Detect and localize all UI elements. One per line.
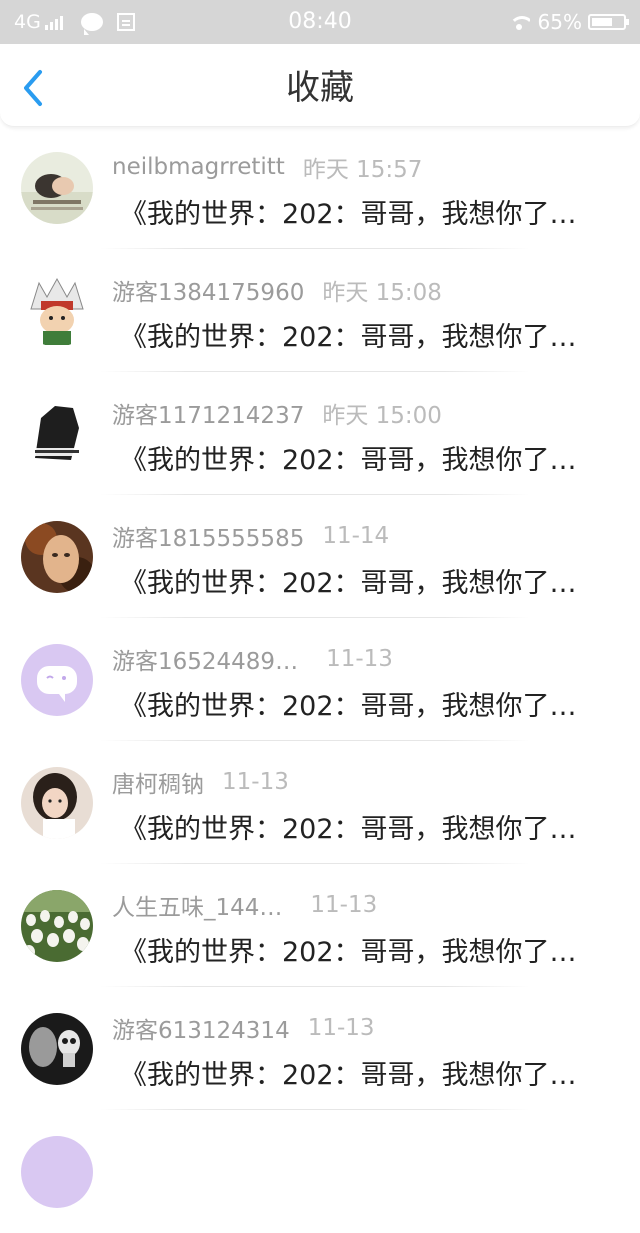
username[interactable]: 游客16524489… [112, 642, 298, 676]
avatar-tulips[interactable] [21, 890, 93, 962]
timestamp: 11-13 [222, 769, 289, 795]
timestamp: 11-13 [307, 1015, 375, 1041]
timestamp: 11-13 [310, 892, 378, 918]
wifi-icon [508, 14, 530, 30]
favorite-text[interactable]: 《我的世界：202：哥哥，我想你了… [120, 315, 620, 354]
username[interactable]: 游客1384175960 [112, 273, 304, 307]
username[interactable]: neilbmagrretitt [112, 154, 285, 180]
item-meta: 游客16524489… 11-13 [112, 642, 393, 676]
favorite-item[interactable]: 游客1171214237 昨天 15:00 《我的世界：202：哥哥，我想你了… [0, 372, 640, 495]
favorite-text[interactable]: 《我的世界：202：哥哥，我想你了… [120, 561, 620, 600]
favorite-item[interactable]: 游客16524489… 11-13 《我的世界：202：哥哥，我想你了… [0, 618, 640, 741]
battery-fill [592, 18, 612, 26]
favorite-item[interactable]: 人生五味_144… 11-13 《我的世界：202：哥哥，我想你了… [0, 864, 640, 987]
item-meta: 人生五味_144… 11-13 [112, 888, 378, 922]
username[interactable]: 唐柯稠钠 [112, 765, 204, 799]
favorite-text[interactable]: 《我的世界：202：哥哥，我想你了… [120, 930, 620, 969]
timestamp: 昨天 15:57 [302, 157, 423, 183]
username[interactable]: 人生五味_144… [112, 888, 282, 922]
avatar-skull[interactable] [21, 1013, 93, 1085]
timestamp: 11-14 [322, 523, 390, 549]
avatar-partial[interactable] [21, 1136, 93, 1208]
favorite-item[interactable]: neilbmagrretitt 昨天 15:57 《我的世界：202：哥哥，我想… [0, 126, 640, 249]
favorite-text[interactable]: 《我的世界：202：哥哥，我想你了… [120, 684, 620, 723]
favorite-item[interactable]: 游客1384175960 昨天 15:08 《我的世界：202：哥哥，我想你了… [0, 249, 640, 372]
item-meta: 游客1171214237 昨天 15:00 [112, 396, 442, 430]
username[interactable]: 游客1171214237 [112, 396, 304, 430]
username[interactable]: 游客1815555585 [112, 519, 304, 553]
battery-percent: 65% [537, 10, 582, 34]
favorite-item[interactable] [0, 1110, 640, 1233]
timestamp: 11-13 [326, 646, 393, 672]
battery-icon [588, 14, 629, 30]
favorite-text[interactable]: 《我的世界：202：哥哥，我想你了… [120, 1053, 620, 1092]
favorite-text[interactable]: 《我的世界：202：哥哥，我想你了… [120, 192, 620, 231]
item-meta: 游客1815555585 11-14 [112, 519, 390, 553]
navigation-bar: 收藏 [0, 44, 640, 127]
timestamp: 昨天 15:08 [322, 280, 442, 306]
avatar-default-chat[interactable] [21, 644, 93, 716]
item-meta: 唐柯稠钠 11-13 [112, 765, 289, 799]
timestamp: 昨天 15:00 [322, 403, 442, 429]
avatar-girl-photo[interactable] [21, 767, 93, 839]
status-right-group: 65% [508, 0, 629, 44]
page-title: 收藏 [286, 68, 354, 108]
username[interactable]: 游客613124314 [112, 1011, 290, 1045]
avatar-girl-sleeping[interactable] [21, 152, 93, 224]
favorite-item[interactable]: 唐柯稠钠 11-13 《我的世界：202：哥哥，我想你了… [0, 741, 640, 864]
avatar-cartoon-ninja[interactable] [21, 275, 93, 347]
favorite-text[interactable]: 《我的世界：202：哥哥，我想你了… [120, 438, 620, 477]
item-meta: 游客613124314 11-13 [112, 1011, 375, 1045]
favorite-text[interactable]: 《我的世界：202：哥哥，我想你了… [120, 807, 620, 846]
item-meta: 游客1384175960 昨天 15:08 [112, 273, 442, 307]
favorite-item[interactable]: 游客1815555585 11-14 《我的世界：202：哥哥，我想你了… [0, 495, 640, 618]
favorites-list: neilbmagrretitt 昨天 15:57 《我的世界：202：哥哥，我想… [0, 126, 640, 1233]
avatar-portrait-woman[interactable] [21, 521, 93, 593]
status-bar: 4G 08:40 65% [0, 0, 640, 44]
favorite-item[interactable]: 游客613124314 11-13 《我的世界：202：哥哥，我想你了… [0, 987, 640, 1110]
item-meta: neilbmagrretitt 昨天 15:57 [112, 152, 423, 183]
avatar-dark-figure[interactable] [21, 398, 93, 470]
